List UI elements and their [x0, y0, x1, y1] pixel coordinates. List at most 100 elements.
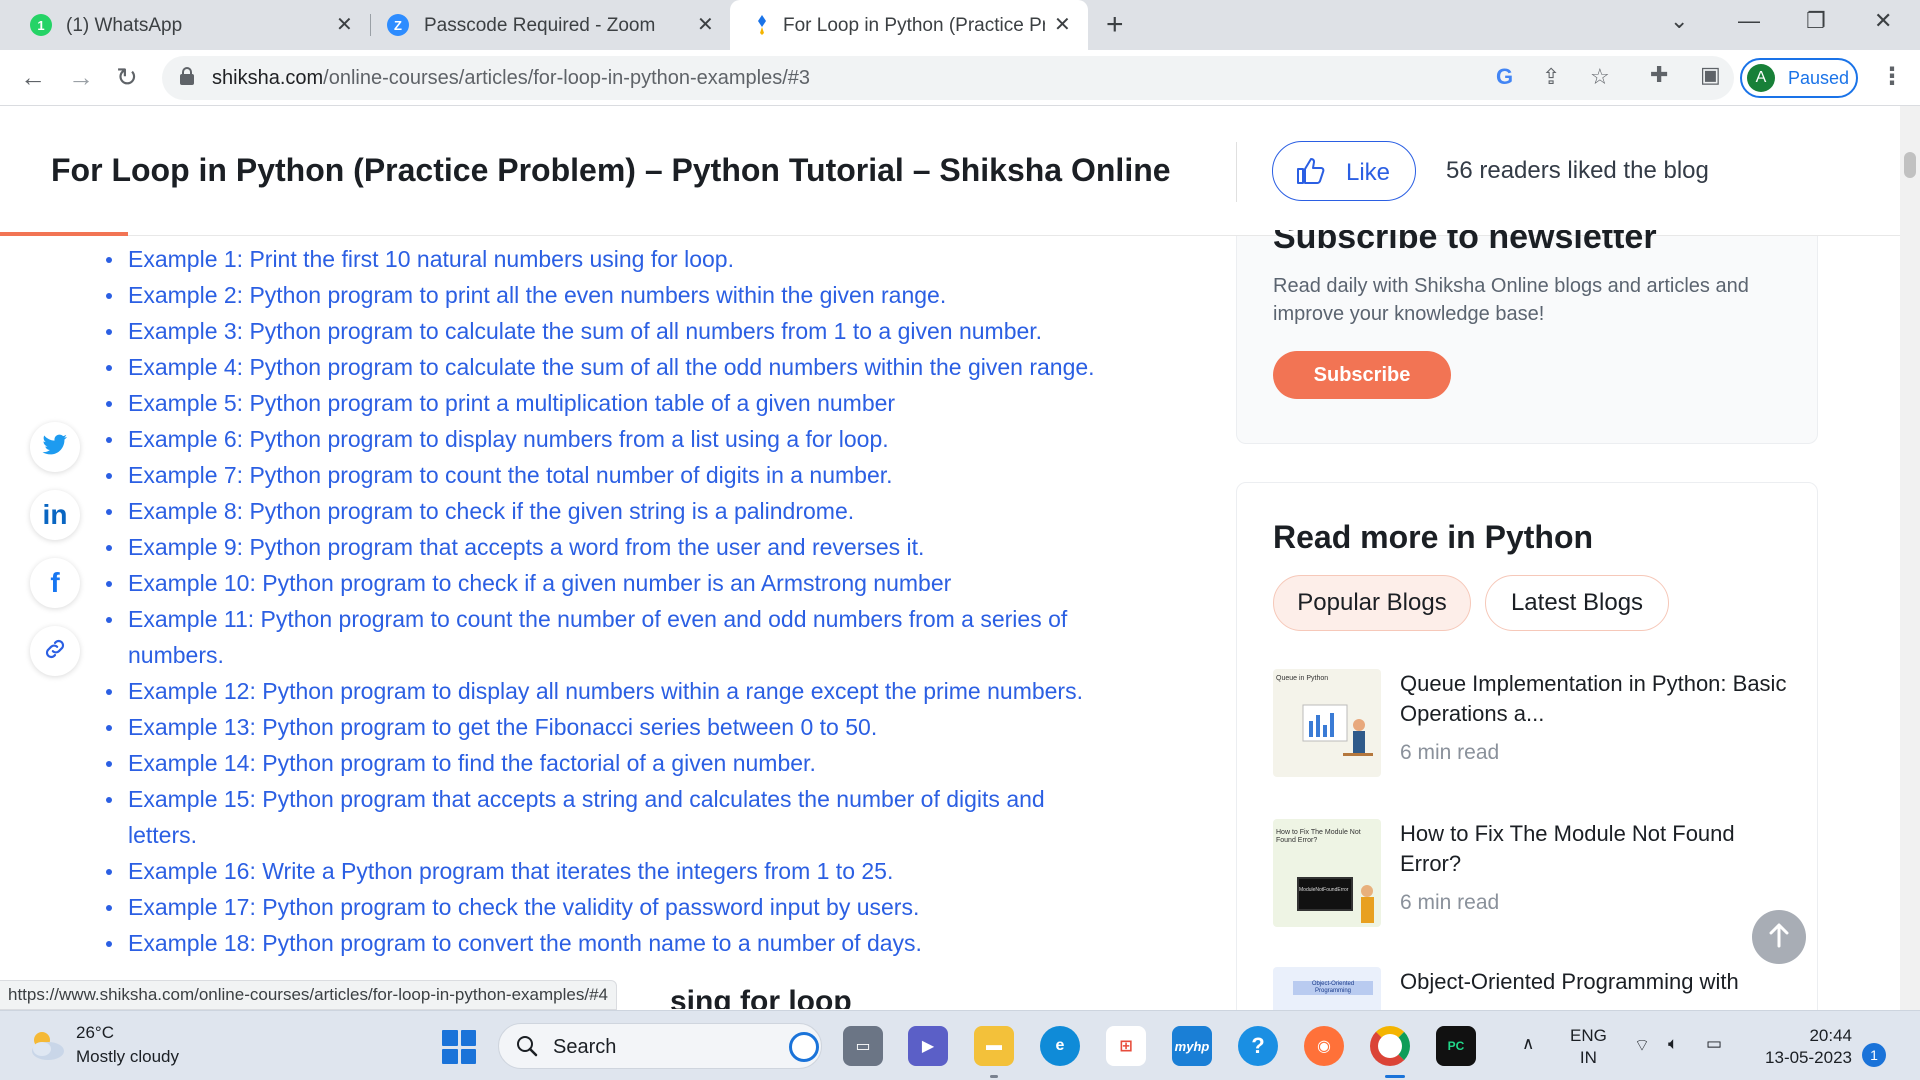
tab-shiksha[interactable]: For Loop in Python (Practice Prob ✕ — [730, 0, 1088, 50]
wifi-icon[interactable]: ⌔ — [1634, 1035, 1650, 1057]
example-link-text[interactable]: Example 14: Python program to find the f… — [128, 750, 816, 776]
close-tab-icon[interactable]: ✕ — [1054, 12, 1071, 37]
example-link-text[interactable]: Example 4: Python program to calculate t… — [128, 354, 1095, 380]
minimize-button[interactable]: — — [1738, 8, 1760, 34]
example-link-text[interactable]: Example 1: Print the first 10 natural nu… — [128, 246, 734, 272]
forward-arrow-icon[interactable]: → — [68, 62, 94, 93]
example-link-text[interactable]: Example 17: Python program to check the … — [128, 894, 919, 920]
example-link[interactable]: Example 16: Write a Python program that … — [106, 853, 1166, 889]
example-link-text[interactable]: Example 18: Python program to convert th… — [128, 930, 922, 956]
example-link-text[interactable]: Example 16: Write a Python program that … — [128, 858, 893, 884]
volume-icon[interactable]: 🔈︎ — [1668, 1033, 1678, 1055]
close-tab-icon[interactable]: ✕ — [697, 12, 714, 37]
close-tab-icon[interactable]: ✕ — [336, 12, 353, 37]
weather-description[interactable]: Mostly cloudy — [76, 1047, 179, 1067]
bookmark-star-icon[interactable]: ☆ — [1590, 64, 1610, 90]
example-link-text[interactable]: Example 2: Python program to print all t… — [128, 282, 946, 308]
example-link-text[interactable]: Example 6: Python program to display num… — [128, 426, 889, 452]
example-link-text[interactable]: Example 3: Python program to calculate t… — [128, 318, 1042, 344]
chrome-menu-icon[interactable]: ⋮ — [1880, 62, 1904, 91]
notification-badge[interactable]: 1 — [1862, 1043, 1886, 1067]
example-link-text[interactable]: Example 13: Python program to get the Fi… — [128, 714, 877, 740]
pycharm-icon[interactable]: PC — [1436, 1026, 1476, 1066]
side-panel-icon[interactable]: ▣ — [1700, 62, 1721, 88]
copy-link-button[interactable] — [30, 626, 80, 676]
example-link-text[interactable]: Example 15: Python program that accepts … — [128, 786, 1045, 812]
example-link-text[interactable]: Example 7: Python program to count the t… — [128, 462, 893, 488]
tab-search-chevron-icon[interactable]: ⌄ — [1670, 8, 1688, 34]
chrome-icon[interactable] — [1370, 1026, 1410, 1066]
scrollbar-thumb[interactable] — [1904, 152, 1916, 178]
like-button[interactable]: Like — [1272, 141, 1416, 201]
example-link-text[interactable]: Example 11: Python program to count the … — [128, 606, 1067, 632]
show-hidden-icons-chevron[interactable]: ∧ — [1522, 1033, 1534, 1055]
example-link[interactable]: Example 3: Python program to calculate t… — [106, 313, 1166, 349]
back-to-top-button[interactable] — [1752, 910, 1806, 964]
help-icon[interactable]: ? — [1238, 1026, 1278, 1066]
close-window-button[interactable]: ✕ — [1874, 8, 1892, 34]
example-link[interactable]: Example 18: Python program to convert th… — [106, 925, 1166, 961]
teams-chat-icon[interactable]: ▶ — [908, 1026, 948, 1066]
example-link[interactable]: Example 5: Python program to print a mul… — [106, 385, 1166, 421]
example-link-text[interactable]: Example 12: Python program to display al… — [128, 678, 1083, 704]
new-tab-button[interactable]: + — [1106, 8, 1124, 42]
subscribe-button[interactable]: Subscribe — [1273, 351, 1451, 399]
blog-title[interactable]: Queue Implementation in Python: Basic Op… — [1400, 669, 1790, 729]
taskbar-search[interactable]: Search — [498, 1023, 822, 1069]
file-explorer-icon[interactable]: ▬ — [974, 1026, 1014, 1066]
back-arrow-icon[interactable]: ← — [20, 62, 46, 93]
firefox-icon[interactable]: ◉ — [1304, 1026, 1344, 1066]
tab-zoom[interactable]: Z Passcode Required - Zoom ✕ — [372, 0, 730, 50]
language-indicator[interactable]: ENG IN — [1570, 1025, 1607, 1069]
example-link[interactable]: Example 15: Python program that accepts … — [106, 781, 1166, 853]
search-label: Search — [553, 1036, 617, 1058]
linkedin-share-button[interactable]: in — [30, 490, 80, 540]
tab-popular-blogs[interactable]: Popular Blogs — [1273, 575, 1471, 631]
page-scrollbar[interactable] — [1900, 106, 1920, 1010]
blog-title[interactable]: How to Fix The Module Not Found Error? — [1400, 819, 1790, 879]
google-translate-icon[interactable]: G — [1496, 64, 1513, 90]
example-link[interactable]: Example 7: Python program to count the t… — [106, 457, 1166, 493]
lock-icon[interactable] — [180, 67, 194, 85]
clock[interactable]: 20:44 13-05-2023 — [1756, 1025, 1852, 1069]
example-link[interactable]: Example 12: Python program to display al… — [106, 673, 1166, 709]
example-link-text[interactable]: Example 10: Python program to check if a… — [128, 570, 951, 596]
example-link[interactable]: Example 6: Python program to display num… — [106, 421, 1166, 457]
example-link-text[interactable]: Example 5: Python program to print a mul… — [128, 390, 895, 416]
example-link[interactable]: Example 8: Python program to check if th… — [106, 493, 1166, 529]
facebook-share-button[interactable]: f — [30, 558, 80, 608]
profile-button[interactable]: A Paused — [1740, 58, 1858, 98]
blog-title[interactable]: Object-Oriented Programming with — [1400, 967, 1790, 997]
battery-icon[interactable]: ▭ — [1706, 1033, 1722, 1055]
tab-whatsapp[interactable]: 1 (1) WhatsApp ✕ — [0, 0, 366, 50]
share-icon[interactable]: ⇪ — [1542, 64, 1560, 90]
example-link-text[interactable]: Example 9: Python program that accepts a… — [128, 534, 924, 560]
myhp-icon[interactable]: myhp — [1172, 1026, 1212, 1066]
edge-browser-icon[interactable]: e — [1040, 1026, 1080, 1066]
task-view-icon[interactable]: ▭ — [843, 1026, 883, 1066]
example-link-text-cont[interactable]: numbers. — [128, 642, 224, 668]
example-link[interactable]: Example 1: Print the first 10 natural nu… — [106, 241, 1166, 277]
microsoft-store-icon[interactable]: ⊞ — [1106, 1026, 1146, 1066]
tab-latest-blogs[interactable]: Latest Blogs — [1485, 575, 1669, 631]
address-bar[interactable]: shiksha.com/online-courses/articles/for-… — [162, 56, 1734, 100]
example-link[interactable]: Example 2: Python program to print all t… — [106, 277, 1166, 313]
blog-card[interactable]: Queue in Python Queue Implementation in … — [1273, 669, 1793, 779]
example-link-text-cont[interactable]: letters. — [128, 822, 197, 848]
restore-button[interactable]: ❐ — [1806, 8, 1826, 34]
example-link[interactable]: Example 13: Python program to get the Fi… — [106, 709, 1166, 745]
cloudy-weather-icon[interactable] — [26, 1027, 66, 1063]
start-button[interactable] — [442, 1030, 476, 1064]
example-link[interactable]: Example 10: Python program to check if a… — [106, 565, 1166, 601]
extensions-puzzle-icon[interactable]: ✚ — [1650, 62, 1668, 88]
example-link[interactable]: Example 17: Python program to check the … — [106, 889, 1166, 925]
example-link-text[interactable]: Example 8: Python program to check if th… — [128, 498, 854, 524]
reload-icon[interactable]: ↻ — [116, 62, 138, 93]
twitter-share-button[interactable] — [30, 422, 80, 472]
example-link[interactable]: Example 11: Python program to count the … — [106, 601, 1166, 673]
weather-temperature[interactable]: 26°C — [76, 1023, 114, 1043]
blog-card[interactable]: How to Fix The Module Not Found Error? M… — [1273, 819, 1793, 929]
example-link[interactable]: Example 9: Python program that accepts a… — [106, 529, 1166, 565]
example-link[interactable]: Example 4: Python program to calculate t… — [106, 349, 1166, 385]
example-link[interactable]: Example 14: Python program to find the f… — [106, 745, 1166, 781]
